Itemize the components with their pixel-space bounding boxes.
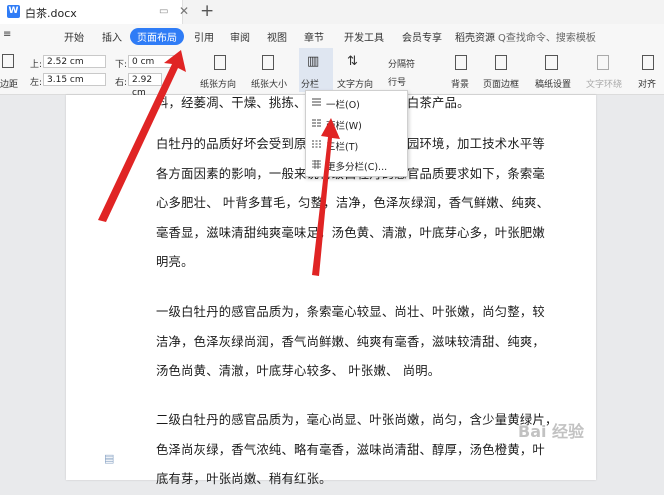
annotation-arrows bbox=[98, 50, 340, 276]
arrow-to-two-columns bbox=[312, 118, 340, 276]
arrow-to-page-layout bbox=[98, 50, 186, 222]
